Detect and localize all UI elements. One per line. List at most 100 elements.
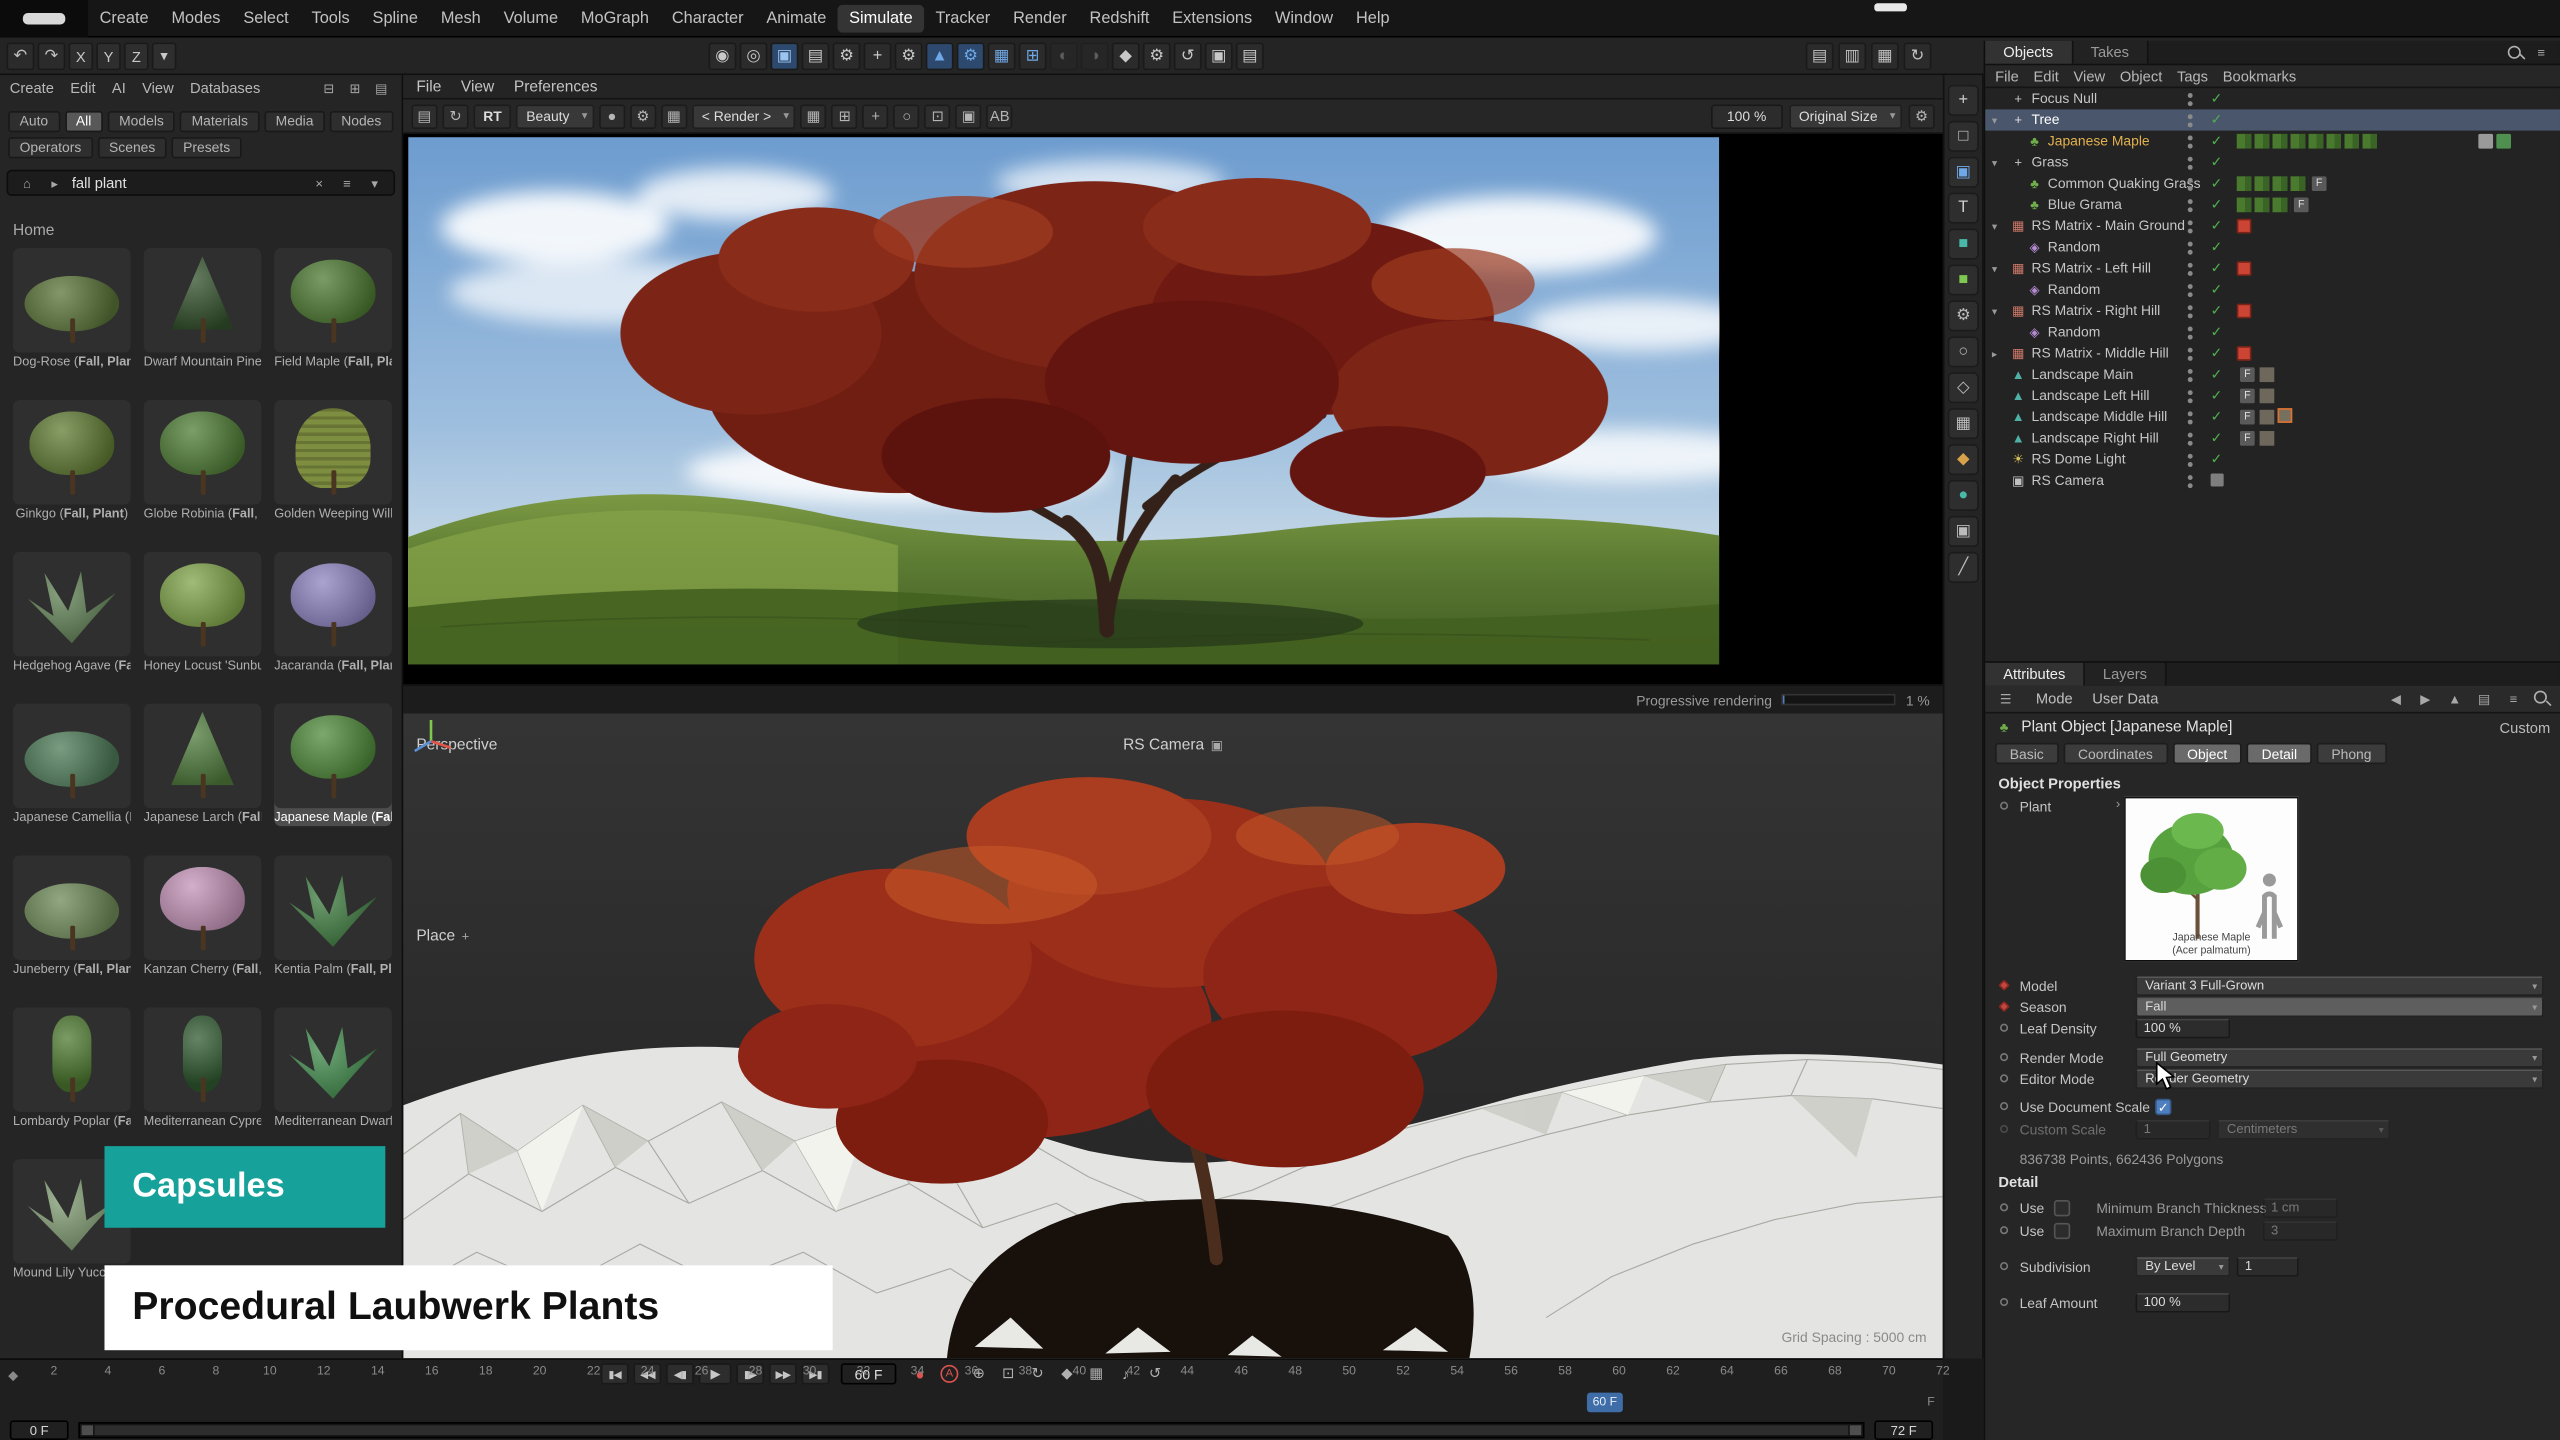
menu-item[interactable]: Tools (300, 4, 361, 32)
x-axis-lock-button[interactable]: X (69, 42, 93, 70)
grid-snap-icon[interactable]: ⊞ (1019, 42, 1047, 70)
asset-item[interactable]: Honey Locust 'Sunbur... (144, 552, 262, 674)
edit-render-settings-icon[interactable]: ⚙ (833, 42, 861, 70)
asset-item[interactable]: Kanzan Cherry (Fall, Pl... (144, 856, 262, 978)
back-icon[interactable]: ◀ (2385, 689, 2406, 709)
home-icon[interactable]: ⌂ (16, 173, 37, 193)
frame-selection-icon[interactable]: □ (1948, 121, 1979, 152)
asset-thumbnail[interactable] (144, 704, 262, 808)
asset-thumbnail[interactable] (144, 856, 262, 960)
asset-thumbnail[interactable] (274, 856, 392, 960)
render-mode-dropdown[interactable]: Full Geometry (2136, 1048, 2544, 1068)
menu-item[interactable]: Window (1264, 4, 1345, 32)
anim-dot[interactable] (2000, 1053, 2008, 1061)
menu-item[interactable]: Help (1345, 4, 1401, 32)
goto-start-button[interactable]: ▮◀ (601, 1363, 629, 1384)
asset-thumbnail[interactable] (274, 552, 392, 656)
render-settings-icon[interactable]: ◎ (740, 42, 768, 70)
playback-mode-button[interactable]: ↺ (1143, 1363, 1167, 1384)
axis-mode-icon[interactable]: ◆ (1948, 444, 1979, 475)
keyframe-dot[interactable] (1998, 1001, 2010, 1013)
asset-item[interactable]: Japanese Larch (Fall, ... (144, 704, 262, 826)
anim-dot[interactable] (2000, 1226, 2008, 1234)
attribute-tab-pill[interactable]: Basic (1995, 743, 2058, 764)
anim-dot[interactable] (2000, 1262, 2008, 1270)
menu-item[interactable]: Modes (160, 4, 232, 32)
range-slider[interactable] (78, 1422, 1864, 1438)
om-menu-icon[interactable]: ≡ (2531, 42, 2552, 62)
filter-chip[interactable]: Models (108, 111, 176, 132)
menu-item[interactable]: Simulate (838, 4, 924, 32)
menu-item[interactable]: Character (660, 4, 755, 32)
asset-thumbnail[interactable] (13, 1007, 131, 1111)
asset-item[interactable]: Jacaranda (Fall, Plant) (274, 552, 392, 674)
edges-mode-icon[interactable]: ◇ (1948, 372, 1979, 403)
asset-icon[interactable]: ▤ (1236, 42, 1264, 70)
range-end-field[interactable]: 72 F (1874, 1420, 1933, 1440)
asset-thumbnail[interactable] (13, 704, 131, 808)
filter-chip[interactable]: Auto (8, 111, 59, 132)
asset-item[interactable]: Field Maple (Fall, Plant) (274, 248, 392, 370)
menu-item[interactable]: Redshift (1078, 4, 1161, 32)
menu-item[interactable]: Volume (492, 4, 569, 32)
color-profile-icon[interactable]: ● (599, 104, 625, 128)
keyframe-dot[interactable] (1998, 980, 2010, 992)
render-view-menu-item[interactable]: Preferences (514, 78, 598, 96)
asset-item[interactable]: Mediterranean Cypres... (144, 1007, 262, 1129)
asset-thumbnail[interactable] (274, 400, 392, 504)
reset-layout-icon[interactable]: ↻ (1904, 42, 1932, 70)
asset-item[interactable]: Hedgehog Agave (Fall... (13, 552, 131, 674)
asset-thumbnail[interactable] (274, 1007, 392, 1111)
channels-icon[interactable]: ▦ (661, 104, 687, 128)
region-icon[interactable]: ⊡ (925, 104, 951, 128)
render-view-menu-item[interactable]: File (416, 78, 441, 96)
collection-chip[interactable]: Presets (172, 137, 242, 158)
save-image-icon[interactable]: ▤ (411, 104, 437, 128)
asset-menu-item[interactable]: Databases (190, 80, 260, 96)
keyframe-icon[interactable]: ◆ (8, 1368, 18, 1383)
asset-item[interactable]: Juneberry (Fall, Plant) (13, 856, 131, 978)
menu-item[interactable]: Tracker (924, 4, 1002, 32)
asset-thumbnail[interactable] (13, 856, 131, 960)
asset-thumbnail[interactable] (144, 552, 262, 656)
attribute-tab-pill[interactable]: Detail (2247, 743, 2312, 764)
attributes-tab[interactable]: Layers (2085, 663, 2167, 686)
asset-item[interactable]: Japanese Maple (Fall, ... (274, 704, 392, 826)
asset-item[interactable]: Japanese Camellia (Fal... (13, 704, 131, 826)
menu-item[interactable]: Create (88, 4, 160, 32)
asset-item[interactable]: Ginkgo (Fall, Plant) (13, 400, 131, 522)
editor-mode-dropdown[interactable]: Render Geometry (2136, 1069, 2544, 1089)
coordinate-system-dropdown[interactable]: ▾ (152, 42, 176, 70)
collection-chip[interactable]: Operators (8, 137, 93, 158)
falsecolor-icon[interactable]: ○ (894, 104, 920, 128)
simulate-play-icon[interactable]: ▲ (926, 42, 954, 70)
attribute-tab-pill[interactable]: Object (2172, 743, 2242, 764)
asset-search-bar[interactable]: ⌂ ▸ fall plant × ≡ ▾ (7, 170, 396, 196)
magnet-icon[interactable]: ◆ (1112, 42, 1140, 70)
bounce-icon[interactable]: ↺ (1174, 42, 1202, 70)
filter-chip[interactable]: Materials (180, 111, 259, 132)
interactive-render-icon[interactable]: ▣ (771, 42, 799, 70)
ab-compare-icon[interactable]: AB (987, 104, 1013, 128)
expand-icon[interactable]: ⊞ (344, 78, 365, 98)
sort-dropdown-icon[interactable]: ▾ (364, 173, 385, 193)
next-key-button[interactable]: ▶▶ (769, 1363, 797, 1384)
polygons-mode-icon[interactable]: ▦ (1948, 408, 1979, 439)
use-document-scale-checkbox[interactable] (2155, 1099, 2171, 1115)
list-view-icon[interactable]: ≡ (336, 173, 357, 193)
attr-menu-icon[interactable]: ≡ (2503, 689, 2524, 709)
dock-icon[interactable]: ⊟ (318, 78, 339, 98)
attribute-tab-pill[interactable]: Coordinates (2063, 743, 2167, 764)
make-editable-icon[interactable]: ▣ (1948, 157, 1979, 188)
render-view-gear-icon[interactable]: ⚙ (630, 104, 656, 128)
mode-settings-icon[interactable]: ⚙ (1948, 300, 1979, 331)
grid-overlay-icon[interactable]: ⊞ (832, 104, 858, 128)
points-mode-icon[interactable]: ○ (1948, 336, 1979, 367)
menu-item[interactable]: Render (1002, 4, 1078, 32)
asset-menu-item[interactable]: AI (112, 80, 126, 96)
range-start-field[interactable]: 0 F (10, 1420, 69, 1440)
dynamics-icon[interactable]: ⚙ (1143, 42, 1171, 70)
use-max-branch-checkbox[interactable] (2054, 1223, 2070, 1239)
place-tool-label[interactable]: Place+ (416, 927, 469, 945)
season-dropdown[interactable]: Fall (2136, 998, 2544, 1018)
